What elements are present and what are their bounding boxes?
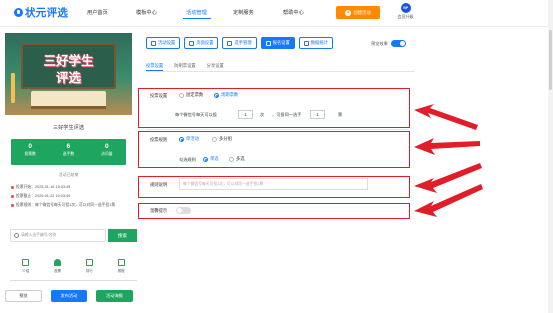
brand-logo[interactable]: 状元评选 [14, 5, 68, 20]
arrow-1-icon [414, 104, 478, 130]
tab-label: 排行 [85, 269, 93, 273]
nav-active-indicator [183, 18, 211, 19]
tab-label: 赛程 [117, 269, 125, 273]
settings-icon [151, 40, 156, 46]
logo-icon [14, 8, 23, 17]
annotation-box-vote-tip [138, 203, 410, 219]
info-start-time: 投票开始：2025-01-16 15:03:49 [11, 185, 129, 191]
event-status: 活动已结束 [58, 172, 79, 177]
tab-ranking[interactable]: 排行 [74, 259, 106, 280]
preview-button[interactable]: 预览 [5, 290, 42, 302]
vip-badge-icon: VIP [400, 3, 411, 13]
brand-name: 状元评选 [25, 7, 69, 19]
search-icon [14, 233, 19, 238]
banner-title-line2: 评选 [55, 71, 81, 85]
nav-item-activity-management[interactable]: 活动管理 [186, 9, 207, 16]
tab-vote[interactable]: 投票 [42, 259, 74, 280]
contestant-search-input[interactable]: 请输入选手编号/名称 [10, 229, 106, 242]
users-icon [227, 40, 233, 46]
tab-contestant-management[interactable]: 选手管理 [222, 37, 257, 49]
page-scrollbar-thumb[interactable] [549, 30, 552, 90]
nav-item-custom-services[interactable]: 定制服务 [233, 9, 254, 16]
annotation-box-vote-rule [138, 131, 410, 168]
event-banner-image: 三好学生 评选 [5, 33, 132, 115]
stat-value: 0 [28, 143, 32, 150]
bullet-dot-icon [11, 195, 14, 198]
search-placeholder: 请输入选手编号/名称 [21, 233, 57, 237]
arrow-3-icon [414, 163, 482, 193]
intro-icon [22, 259, 30, 266]
tab-label: 介绍 [22, 269, 30, 273]
nav-item-templates[interactable]: 模板中心 [136, 9, 157, 16]
top-navigation-bar: 状元评选 用户首页 模板中心 活动管理 定制服务 帮助中心 + 创建活动 VIP… [0, 0, 553, 27]
nav-item-home[interactable]: 用户首页 [87, 9, 108, 16]
book-graphic [31, 91, 106, 109]
annotation-box-vote-setting [138, 88, 410, 128]
event-title: 三好学生评选 [52, 125, 85, 131]
form-icon [265, 40, 271, 46]
search-button[interactable]: 搜索 [108, 229, 137, 242]
annotation-box-rule-description [138, 176, 410, 198]
tab-label: 数据统计 [310, 40, 328, 45]
tab-label: 页面设置 [196, 40, 214, 45]
tab-intro[interactable]: 介绍 [10, 259, 42, 280]
stat-votes: 0 投票数 [11, 139, 49, 165]
calendar-icon [117, 259, 125, 266]
stats-bar: 0 投票数 6 选手数 0 访问量 [11, 139, 126, 165]
subtab-vote-settings[interactable]: 投票设置 [146, 60, 164, 71]
preview-effect-toggle[interactable]: 预览效果 [371, 40, 406, 47]
nav-item-help[interactable]: 帮助中心 [283, 9, 304, 16]
arrow-4-icon [414, 184, 483, 217]
info-text: 投票开始：2025-01-16 15:03:49 [16, 185, 71, 189]
info-end-time: 投票截止：2025-01-22 15:03:49 [11, 194, 129, 200]
subtab-share[interactable]: 分享设置 [207, 60, 224, 71]
toggle-switch[interactable] [390, 40, 406, 47]
chart-icon [303, 40, 309, 46]
settings-subtabs: 投票设置 防刷票设置 分享设置 [146, 60, 415, 72]
mobile-preview-panel: 三好学生 评选 三好学生评选 0 投票数 6 选手数 0 访问量 活动已结束 投… [5, 33, 137, 303]
tab-label: 活动设置 [158, 40, 176, 45]
tab-label: 报名设置 [272, 40, 290, 45]
info-vote-rule: 投票规则：每个微信号每天可投1次，可以对同一选手投1票 [11, 203, 129, 209]
stat-label: 选手数 [62, 152, 75, 156]
activity-poster-button[interactable]: 活动海报 [96, 290, 133, 302]
settings-tabs: 活动设置 页面设置 选手管理 报名设置 数据统计 [146, 37, 337, 49]
tab-schedule[interactable]: 赛程 [105, 259, 137, 280]
toggle-knob [399, 41, 405, 46]
tab-activity-settings[interactable]: 活动设置 [146, 37, 181, 49]
stat-visits: 0 访问量 [88, 139, 126, 165]
stat-value: 6 [66, 143, 71, 150]
user-icon [54, 259, 62, 266]
vip-upgrade[interactable]: VIP 会员升级 [395, 3, 416, 20]
stat-value: 0 [105, 143, 109, 150]
tab-label: 选手管理 [234, 40, 252, 45]
vip-upgrade-label: 会员升级 [397, 14, 414, 19]
tab-label: 投票 [54, 269, 62, 273]
bullet-dot-icon [11, 204, 14, 207]
preview-effect-label: 预览效果 [371, 40, 388, 46]
arrow-2-icon [414, 138, 480, 155]
stat-contestants: 6 选手数 [49, 139, 87, 165]
plus-icon: + [345, 9, 352, 16]
ranking-icon [85, 259, 93, 266]
create-activity-label: 创建活动 [353, 9, 371, 15]
tab-page-settings[interactable]: 页面设置 [184, 37, 219, 49]
preview-tab-bar: 介绍 投票 排行 赛程 [10, 259, 137, 281]
publish-activity-button[interactable]: 发布活动 [51, 290, 87, 302]
stat-label: 投票数 [24, 152, 36, 156]
stat-label: 访问量 [101, 152, 113, 156]
page-icon [189, 40, 195, 46]
subtab-anti-fraud[interactable]: 防刷票设置 [174, 60, 195, 71]
tab-registration-settings[interactable]: 报名设置 [260, 37, 295, 49]
info-text: 投票截止：2025-01-22 15:03:49 [16, 194, 71, 198]
create-activity-button[interactable]: + 创建活动 [336, 6, 380, 19]
tab-data-statistics[interactable]: 数据统计 [298, 37, 333, 49]
bullet-dot-icon [11, 186, 14, 189]
info-text: 投票规则：每个微信号每天可投1次，可以对同一选手投1票 [16, 203, 116, 207]
